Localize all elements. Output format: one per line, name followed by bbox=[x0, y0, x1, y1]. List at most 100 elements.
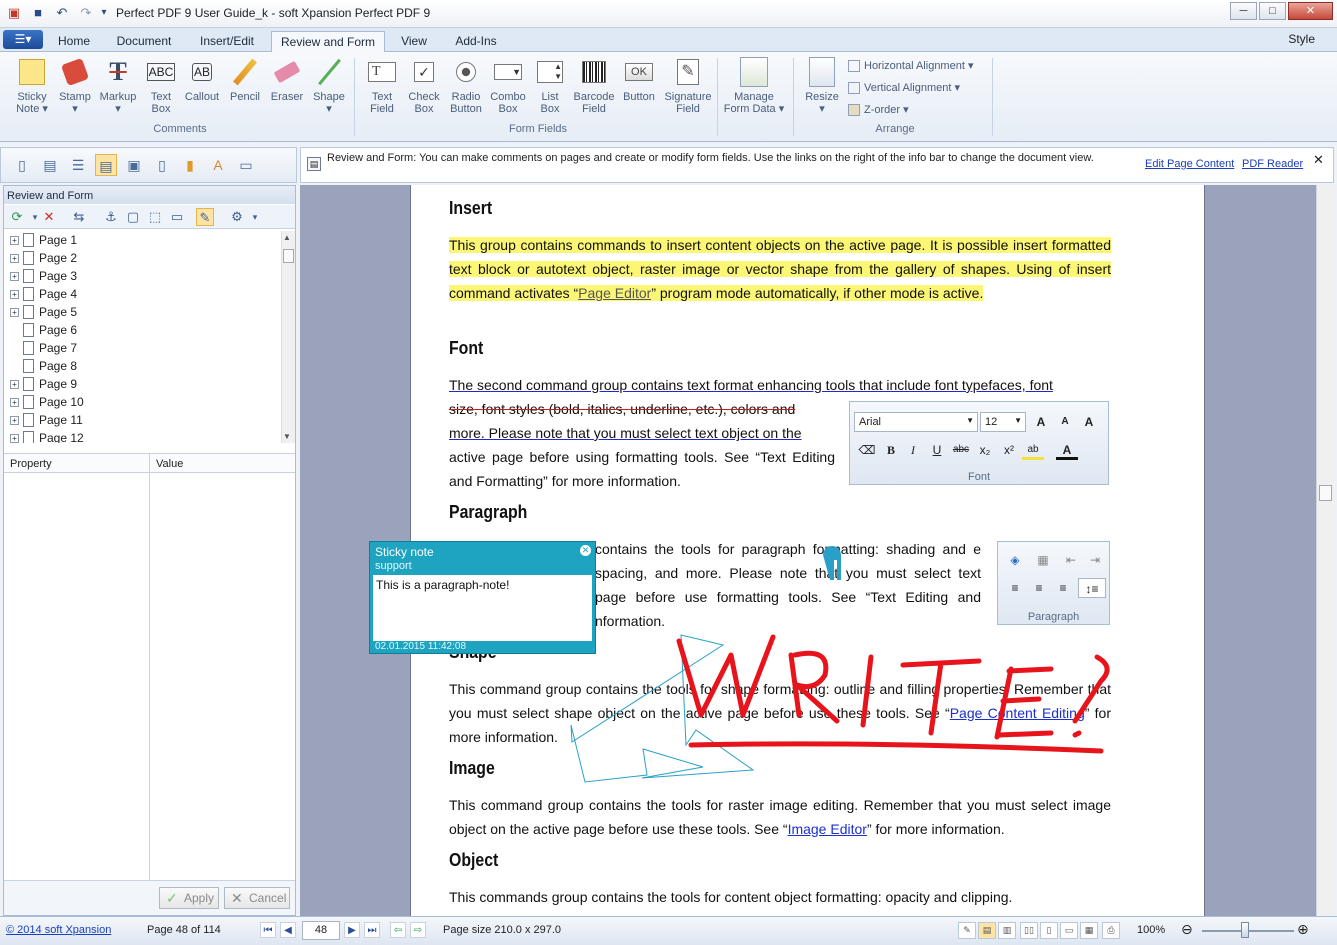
markup-button[interactable]: T Markup ▾ bbox=[96, 57, 140, 116]
tree-item-page[interactable]: + Page 9 bbox=[4, 375, 283, 393]
tree-item-page[interactable]: + Page 2 bbox=[4, 249, 283, 267]
tab-document[interactable]: Document bbox=[108, 31, 180, 52]
minimize-button[interactable]: ─ bbox=[1230, 2, 1257, 20]
tree-item-page[interactable]: + Page 4 bbox=[4, 285, 283, 303]
edit-view-icon[interactable]: ✎ bbox=[958, 922, 976, 939]
maximize-button[interactable]: □ bbox=[1259, 2, 1286, 20]
z-order-button[interactable]: Z-order ▾ bbox=[848, 103, 909, 116]
pages-view-icon[interactable]: ▯ bbox=[11, 154, 33, 176]
zoom-out-icon[interactable]: ⊖ bbox=[1181, 921, 1193, 938]
expand-icon[interactable]: + bbox=[10, 379, 19, 389]
zoom-slider-thumb[interactable] bbox=[1241, 922, 1249, 938]
app-menu-button[interactable]: ☰▾ bbox=[3, 30, 43, 49]
last-page-icon[interactable]: ⏭ bbox=[364, 922, 380, 938]
options-icon[interactable]: ⚙ bbox=[228, 208, 246, 226]
expand-icon[interactable]: + bbox=[10, 415, 19, 425]
image-list-icon[interactable]: ▭ bbox=[235, 154, 257, 176]
resize-button[interactable]: Resize ▾ bbox=[802, 57, 842, 115]
tree-item-page[interactable]: + Page 5 bbox=[4, 303, 283, 321]
pencil-button[interactable]: Pencil bbox=[225, 57, 265, 103]
horizontal-alignment-button[interactable]: Horizontal Alignment ▾ bbox=[848, 59, 973, 72]
check-box-button[interactable]: ✓ Check Box bbox=[404, 57, 444, 115]
next-page-icon[interactable]: ▶ bbox=[344, 922, 360, 938]
shape-button[interactable]: Shape ▾ bbox=[309, 57, 349, 115]
expand-icon[interactable]: + bbox=[10, 397, 19, 407]
tree-item-page[interactable]: Page 8 bbox=[4, 357, 283, 375]
apply-button[interactable]: ✓ Apply bbox=[159, 887, 219, 909]
facing-view-icon[interactable]: ▯ bbox=[1040, 922, 1058, 939]
tab-insert-edit[interactable]: Insert/Edit bbox=[190, 31, 264, 52]
expand-icon[interactable]: + bbox=[10, 307, 19, 317]
barcode-field-button[interactable]: Barcode Field bbox=[572, 57, 616, 115]
text-field-button[interactable]: T Text Field bbox=[362, 57, 402, 115]
close-button[interactable]: ✕ bbox=[1288, 2, 1333, 20]
back-icon[interactable]: ⇦ bbox=[390, 922, 406, 938]
style-menu[interactable]: Style bbox=[1288, 32, 1315, 46]
text-box-button[interactable]: ABC Text Box bbox=[142, 57, 180, 115]
tree-item-page[interactable]: + Page 1 bbox=[4, 231, 283, 249]
sticky-note-popup[interactable]: Sticky note support ✕ This is a paragrap… bbox=[369, 541, 596, 654]
tab-home[interactable]: Home bbox=[50, 31, 98, 52]
edit-page-content-link[interactable]: Edit Page Content bbox=[1145, 158, 1234, 170]
expand-icon[interactable]: + bbox=[10, 271, 19, 281]
signature-field-button[interactable]: ✎ Signature Field bbox=[661, 57, 715, 115]
save-icon[interactable]: ■ bbox=[30, 5, 46, 21]
expand-icon[interactable] bbox=[10, 362, 19, 371]
info-bar-close-button[interactable]: ✕ bbox=[1313, 152, 1324, 168]
sticky-note-close-button[interactable]: ✕ bbox=[580, 545, 591, 556]
review-and-form-panel-icon[interactable]: ▤ bbox=[95, 154, 117, 176]
continuous-view-icon[interactable]: ▥ bbox=[998, 922, 1016, 939]
bookmarks-icon[interactable]: ☰ bbox=[67, 154, 89, 176]
cancel-button[interactable]: ✕ Cancel bbox=[224, 887, 290, 909]
button-field-button[interactable]: OK Button bbox=[618, 57, 660, 103]
radio-button-button[interactable]: Radio Button bbox=[446, 57, 486, 115]
paragraph-note-marker-icon[interactable] bbox=[823, 546, 841, 580]
expand-icon[interactable]: + bbox=[10, 253, 19, 263]
thumbnails-icon[interactable]: ▤ bbox=[39, 154, 61, 176]
tab-add-ins[interactable]: Add-Ins bbox=[446, 31, 506, 52]
layers-icon[interactable]: ▮ bbox=[179, 154, 201, 176]
scrollbar-thumb[interactable] bbox=[1319, 485, 1332, 501]
delete-icon[interactable]: ✕ bbox=[40, 208, 58, 226]
expand-icon[interactable] bbox=[10, 326, 19, 335]
callout-button[interactable]: AB Callout bbox=[181, 57, 223, 103]
forward-icon[interactable]: ⇨ bbox=[410, 922, 426, 938]
zoom-in-icon[interactable]: ⊕ bbox=[1297, 921, 1309, 938]
redo-icon[interactable]: ↷ bbox=[78, 5, 94, 21]
pdf-app-icon[interactable]: ▣ bbox=[6, 5, 22, 21]
expand-icon[interactable] bbox=[10, 344, 19, 353]
print-preview-icon[interactable]: ⎙ bbox=[1102, 922, 1120, 939]
page-icon[interactable]: ▢ bbox=[124, 208, 142, 226]
tree-item-page[interactable]: + Page 11 bbox=[4, 411, 283, 429]
manage-form-data-button[interactable]: Manage Form Data ▾ bbox=[721, 57, 787, 115]
expand-icon[interactable]: + bbox=[10, 235, 19, 245]
sticky-note-text[interactable]: This is a paragraph-note! bbox=[373, 575, 592, 641]
vertical-alignment-button[interactable]: Vertical Alignment ▾ bbox=[848, 81, 960, 94]
tab-review-and-form[interactable]: Review and Form bbox=[271, 31, 385, 52]
previous-page-icon[interactable]: ◀ bbox=[280, 922, 296, 938]
eraser-button[interactable]: Eraser bbox=[266, 57, 308, 103]
anchor-icon[interactable]: ⚓ bbox=[102, 208, 120, 226]
split-view-icon[interactable]: ▭ bbox=[1060, 922, 1078, 939]
tree-item-page[interactable]: Page 6 bbox=[4, 321, 283, 339]
tab-view[interactable]: View bbox=[392, 31, 436, 52]
combo-box-button[interactable]: ▼ Combo Box bbox=[488, 57, 528, 115]
tree-item-page[interactable]: + Page 3 bbox=[4, 267, 283, 285]
images-icon[interactable]: ▣ bbox=[123, 154, 145, 176]
frame-icon[interactable]: ⬚ bbox=[146, 208, 164, 226]
pdf-reader-link[interactable]: PDF Reader bbox=[1242, 158, 1303, 170]
edit-mode-icon[interactable]: ✎ bbox=[196, 208, 214, 226]
star-shape-annotation[interactable] bbox=[570, 634, 755, 783]
first-page-icon[interactable]: ⏮ bbox=[260, 922, 276, 938]
ink-write-annotation[interactable] bbox=[676, 634, 1110, 754]
tree-item-page[interactable]: Page 7 bbox=[4, 339, 283, 357]
tree-item-page[interactable]: + Page 12 bbox=[4, 429, 283, 443]
tree-item-page[interactable]: + Page 10 bbox=[4, 393, 283, 411]
stamp-button[interactable]: Stamp ▾ bbox=[55, 57, 95, 115]
page-number-input[interactable]: 48 bbox=[302, 921, 340, 940]
form-icon[interactable]: ▭ bbox=[168, 208, 186, 226]
single-page-view-icon[interactable]: ▤ bbox=[978, 922, 996, 939]
two-page-view-icon[interactable]: ▯▯ bbox=[1020, 922, 1038, 939]
expand-icon[interactable]: + bbox=[10, 289, 19, 299]
expand-icon[interactable]: + bbox=[10, 433, 19, 443]
